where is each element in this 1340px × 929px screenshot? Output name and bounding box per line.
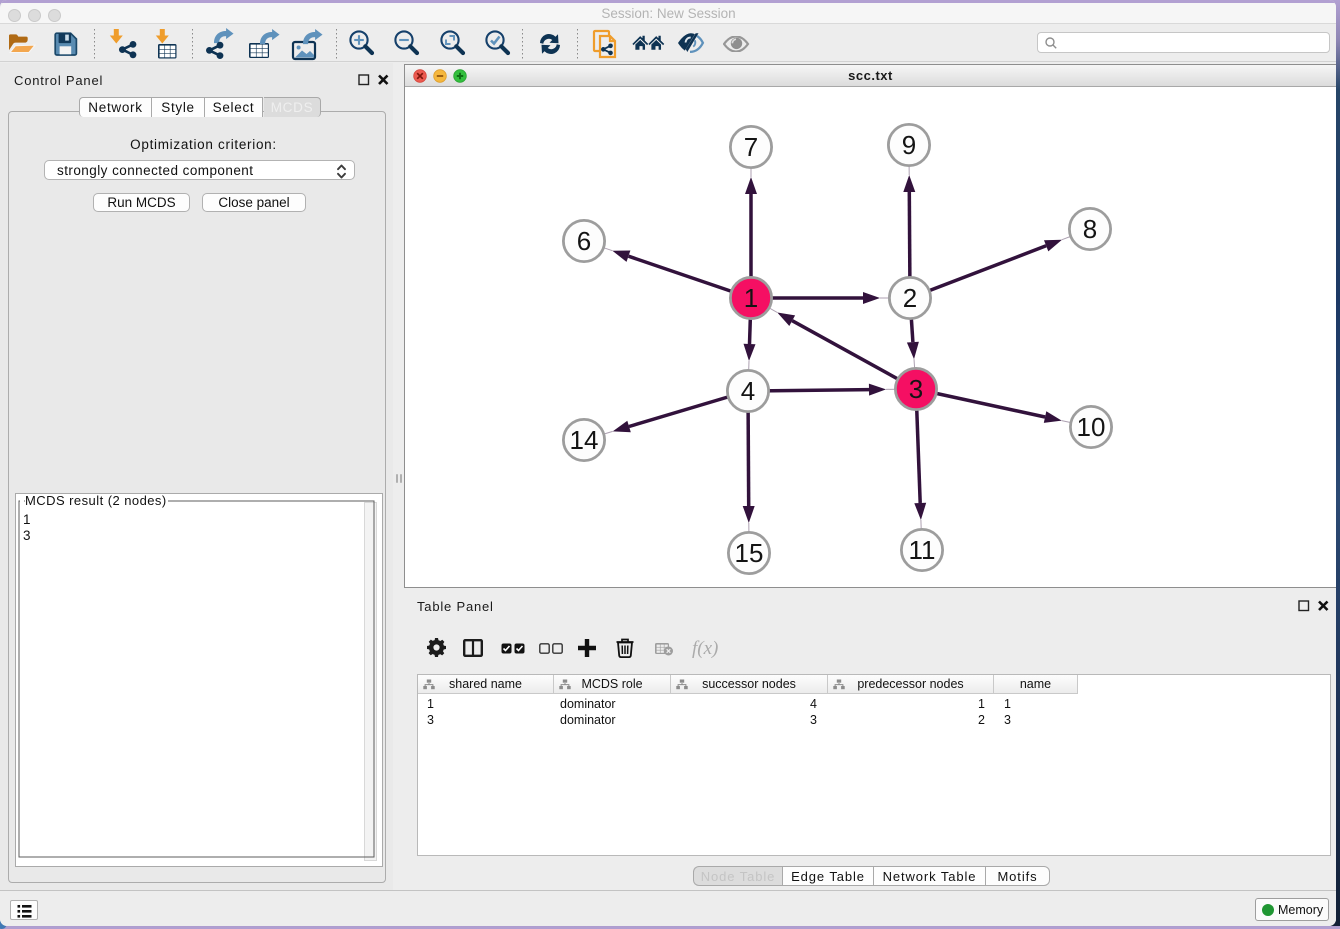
svg-text:7: 7 xyxy=(744,132,758,162)
svg-text:10: 10 xyxy=(1077,412,1106,442)
svg-text:4: 4 xyxy=(741,376,755,406)
svg-text:2: 2 xyxy=(903,283,917,313)
svg-text:6: 6 xyxy=(577,226,591,256)
svg-text:3: 3 xyxy=(909,374,923,404)
svg-text:8: 8 xyxy=(1083,214,1097,244)
svg-text:15: 15 xyxy=(735,538,764,568)
svg-text:14: 14 xyxy=(570,425,599,455)
svg-text:1: 1 xyxy=(744,283,758,313)
svg-text:9: 9 xyxy=(902,130,916,160)
svg-text:11: 11 xyxy=(909,535,936,565)
